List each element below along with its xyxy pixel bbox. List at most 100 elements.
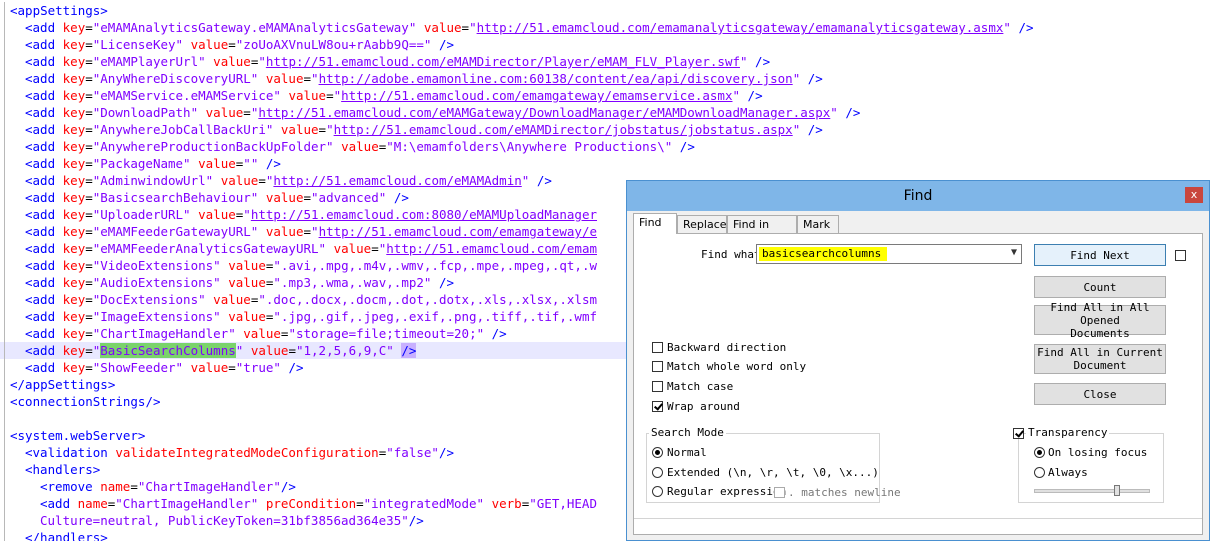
tab-replace[interactable]: Replace xyxy=(677,215,727,233)
wrap-around-checkbox[interactable] xyxy=(652,401,663,412)
code-token: http://51.emamcloud.com/eMAMDirector/Pla… xyxy=(265,54,740,69)
code-token: = xyxy=(326,88,334,103)
code-token: "ChartImageHandler" xyxy=(115,496,259,511)
code-token: "AnywhereProductionBackUpFolder" xyxy=(92,139,334,154)
chevron-down-icon[interactable]: ▼ xyxy=(1011,247,1017,258)
fold-guide xyxy=(4,206,5,223)
code-token: "integratedMode" xyxy=(363,496,485,511)
close-icon[interactable]: x xyxy=(1185,187,1203,203)
code-token: key xyxy=(62,326,86,341)
code-line[interactable]: <add key="DownloadPath" value="http://51… xyxy=(0,104,1210,121)
code-token: "M:\emamfolders\Anywhere Productions\" xyxy=(386,139,673,154)
code-token: key xyxy=(62,37,86,52)
code-token: verb xyxy=(491,496,522,511)
code-token: = xyxy=(85,360,93,375)
code-token: value xyxy=(243,326,281,341)
fold-guide xyxy=(4,427,5,444)
code-token: value xyxy=(423,20,462,35)
match-case-label: Match case xyxy=(667,380,734,393)
code-line[interactable]: <add key="eMAMService.eMAMService" value… xyxy=(0,87,1210,104)
code-token: key xyxy=(62,190,86,205)
fold-guide xyxy=(4,121,5,138)
code-token: = xyxy=(85,54,93,69)
code-token: </appSettings> xyxy=(10,377,116,392)
find-what-input[interactable]: basicsearchcolumns ▼ xyxy=(756,244,1022,264)
transparency-slider-thumb[interactable] xyxy=(1114,485,1120,496)
code-token: validateIntegratedModeConfiguration xyxy=(115,445,379,460)
code-token: <add xyxy=(25,156,63,171)
code-token: http://51.emamcloud.com/eMAMAdmin xyxy=(273,173,522,188)
code-line[interactable]: <add key="AnywhereJobCallBackUri" value=… xyxy=(0,121,1210,138)
code-token: <add xyxy=(25,37,63,52)
whole-word-checkbox[interactable] xyxy=(652,361,663,372)
fold-guide xyxy=(4,36,5,53)
code-token: key xyxy=(62,309,86,324)
code-token: /> xyxy=(401,343,417,358)
tab-mark[interactable]: Mark xyxy=(797,215,839,233)
tab-find[interactable]: Find xyxy=(633,213,677,234)
close-button[interactable]: Close xyxy=(1034,383,1166,405)
fold-guide xyxy=(4,240,5,257)
count-button[interactable]: Count xyxy=(1034,276,1166,298)
code-token: " xyxy=(830,105,838,120)
code-line[interactable]: <add key="PackageName" value="" /> xyxy=(0,155,1210,172)
dialog-titlebar[interactable]: Find x xyxy=(627,181,1209,211)
code-token: = xyxy=(85,309,93,324)
code-token: = xyxy=(258,173,266,188)
find-all-opened-button[interactable]: Find All in All Opened Documents xyxy=(1034,301,1166,340)
code-line[interactable]: <add key="LicenseKey" value="zoUoAXVnuLW… xyxy=(0,36,1210,53)
code-token: /> xyxy=(431,37,455,52)
code-token: key xyxy=(62,20,86,35)
code-token: " xyxy=(311,71,319,86)
code-line[interactable]: <add key="AnywhereProductionBackUpFolder… xyxy=(0,138,1210,155)
fold-guide xyxy=(4,393,5,410)
code-token: value xyxy=(341,139,379,154)
matches-newline-checkbox[interactable] xyxy=(774,487,785,498)
code-token: key xyxy=(62,88,86,103)
code-token: value xyxy=(213,292,251,307)
code-token: /> xyxy=(672,139,695,154)
code-token: key xyxy=(62,139,86,154)
code-token: /> xyxy=(1010,20,1034,35)
code-line[interactable]: <add key="eMAMAnalyticsGateway.eMAMAnaly… xyxy=(0,19,1210,36)
code-token: <add xyxy=(25,292,63,307)
transparency-slider-track[interactable] xyxy=(1034,489,1150,493)
code-token: = xyxy=(85,343,93,358)
code-token: = xyxy=(85,20,93,35)
always-label: Always xyxy=(1048,466,1088,479)
fold-guide xyxy=(4,461,5,478)
on-losing-focus-label: On losing focus xyxy=(1048,446,1148,459)
code-token: "false" xyxy=(386,445,439,460)
find-next-checkbox[interactable] xyxy=(1175,250,1186,261)
always-radio[interactable] xyxy=(1034,467,1045,478)
on-losing-focus-radio[interactable] xyxy=(1034,447,1045,458)
normal-radio[interactable] xyxy=(652,447,663,458)
find-next-button[interactable]: Find Next xyxy=(1034,244,1166,266)
code-token: value xyxy=(220,173,259,188)
regex-radio[interactable] xyxy=(652,486,663,497)
extended-radio[interactable] xyxy=(652,467,663,478)
code-token: = xyxy=(228,360,236,375)
code-token: key xyxy=(62,275,86,290)
match-case-checkbox[interactable] xyxy=(652,381,663,392)
find-all-current-button[interactable]: Find All in Current Document xyxy=(1034,344,1166,374)
code-token: "eMAMService.eMAMService" xyxy=(92,88,281,103)
backward-label: Backward direction xyxy=(667,341,787,354)
code-token: "" xyxy=(243,156,259,171)
fold-guide xyxy=(4,376,5,393)
transparency-checkbox[interactable] xyxy=(1013,428,1024,439)
code-token: </handlers> xyxy=(25,530,108,541)
code-token: key xyxy=(62,105,86,120)
code-line[interactable]: <add key="eMAMPlayerUrl" value="http://5… xyxy=(0,53,1210,70)
code-token: = xyxy=(85,122,93,137)
backward-checkbox[interactable] xyxy=(652,342,663,353)
code-line[interactable]: <appSettings> xyxy=(0,2,1210,19)
code-line[interactable]: <add key="AnyWhereDiscoveryURL" value="h… xyxy=(0,70,1210,87)
wrap-around-label: Wrap around xyxy=(667,400,740,413)
code-token: /> xyxy=(800,122,823,137)
tab-find-in-files[interactable]: Find in Files xyxy=(727,215,797,248)
code-token: "VideoExtensions" xyxy=(92,258,221,273)
